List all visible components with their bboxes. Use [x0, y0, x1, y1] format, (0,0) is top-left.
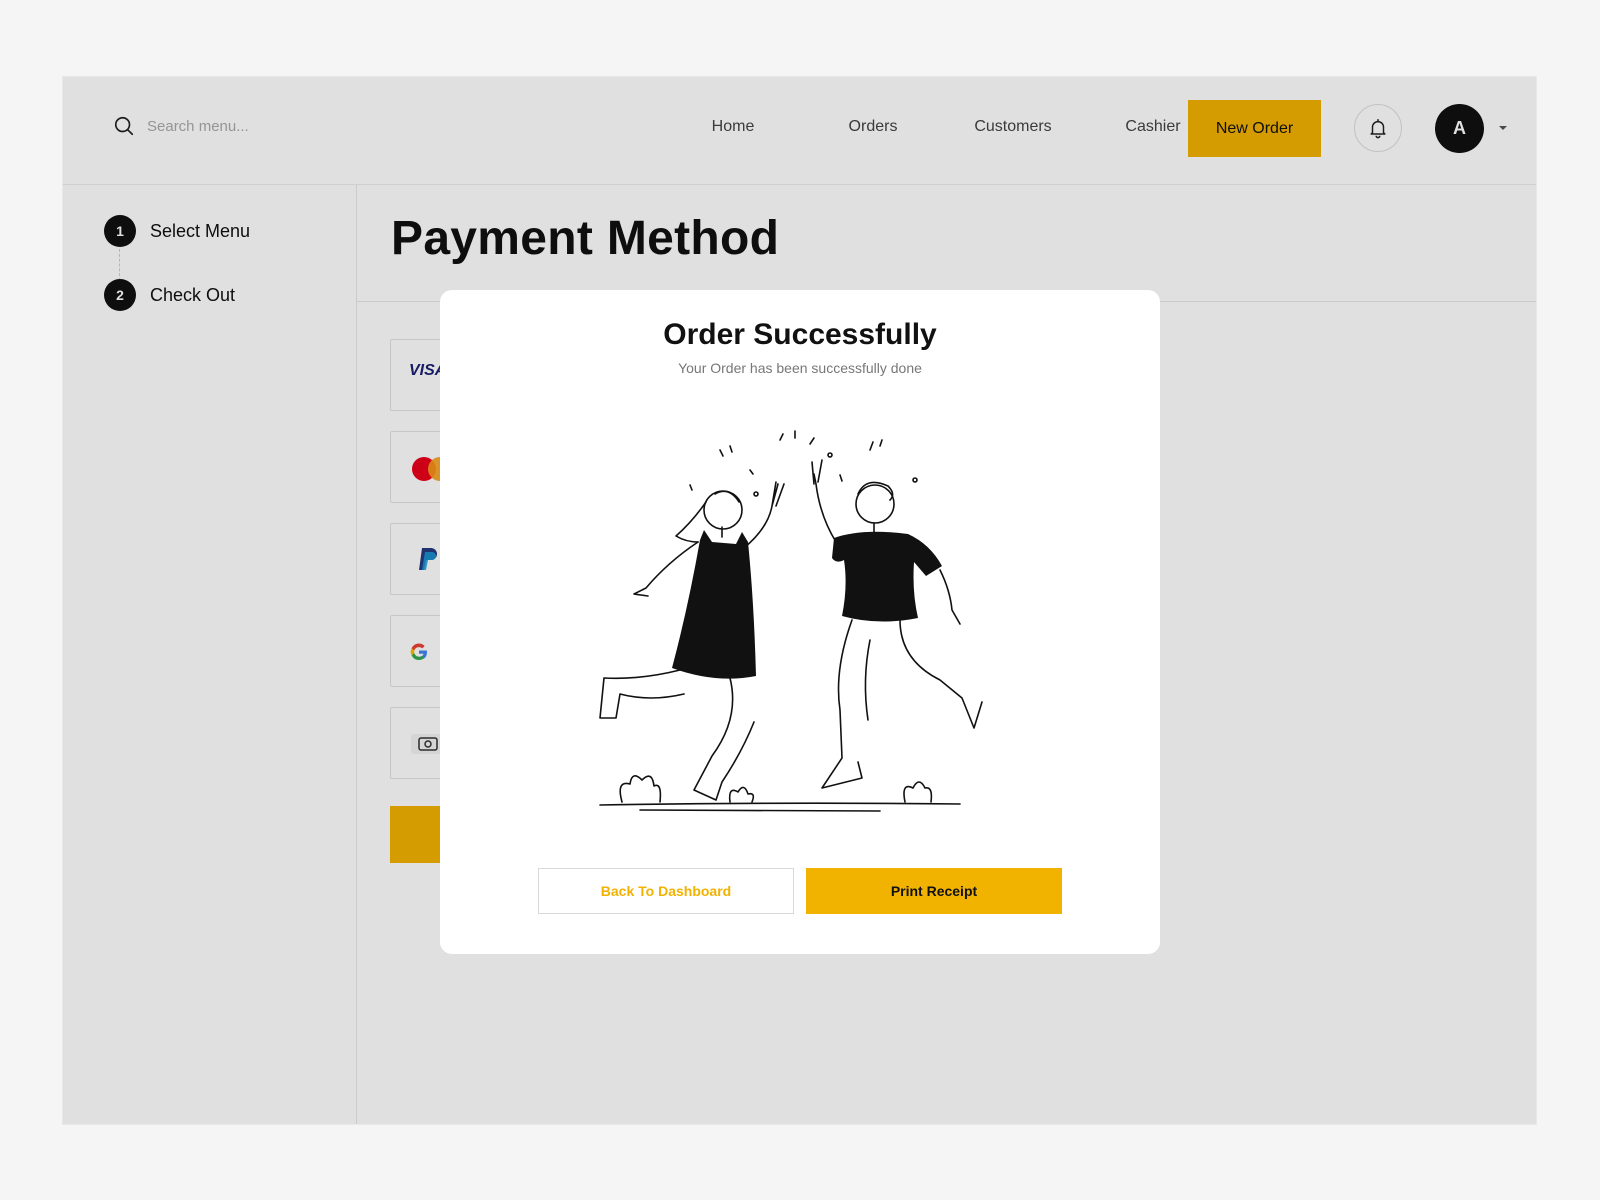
modal-title: Order Successfully [663, 318, 937, 351]
modal-subtitle: Your Order has been successfully done [678, 360, 922, 376]
back-to-dashboard-button[interactable]: Back To Dashboard [538, 868, 794, 914]
order-success-modal: Order Successfully Your Order has been s… [440, 290, 1160, 954]
high-five-illustration [599, 430, 983, 812]
print-receipt-button[interactable]: Print Receipt [806, 868, 1062, 914]
